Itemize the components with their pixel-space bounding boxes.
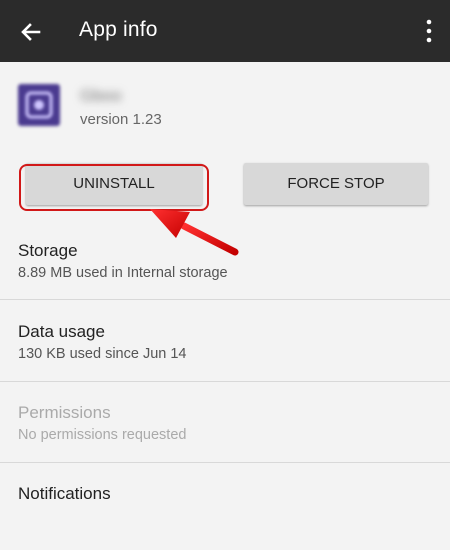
storage-title: Storage [18, 241, 78, 260]
app-name: Gboo [80, 86, 122, 105]
page-title: App info [79, 18, 158, 41]
divider [0, 462, 450, 463]
storage-subtitle: 8.89 MB used in Internal storage [18, 265, 228, 281]
data-usage-subtitle: 130 KB used since Jun 14 [18, 346, 187, 362]
permissions-row: Permissions No permissions requested [0, 388, 450, 468]
storage-row[interactable]: Storage 8.89 MB used in Internal storage [0, 226, 450, 306]
divider [0, 381, 450, 382]
notifications-title: Notifications [18, 484, 111, 503]
app-version: version 1.23 [80, 111, 162, 128]
app-icon [18, 84, 60, 126]
app-bar: App info [0, 0, 450, 62]
notifications-row[interactable]: Notifications [0, 470, 450, 550]
data-usage-row[interactable]: Data usage 130 KB used since Jun 14 [0, 307, 450, 387]
arrow-left-icon [21, 23, 41, 41]
data-usage-title: Data usage [18, 322, 105, 341]
app-header: Gboo version 1.23 [0, 62, 450, 144]
more-vert-icon [426, 19, 432, 43]
uninstall-button[interactable]: UNINSTALL [26, 163, 202, 205]
divider [0, 299, 450, 300]
permissions-subtitle: No permissions requested [18, 427, 187, 443]
permissions-title: Permissions [18, 403, 111, 422]
overflow-menu-button[interactable] [422, 18, 436, 44]
back-button[interactable] [16, 17, 46, 47]
force-stop-button[interactable]: FORCE STOP [244, 163, 428, 205]
